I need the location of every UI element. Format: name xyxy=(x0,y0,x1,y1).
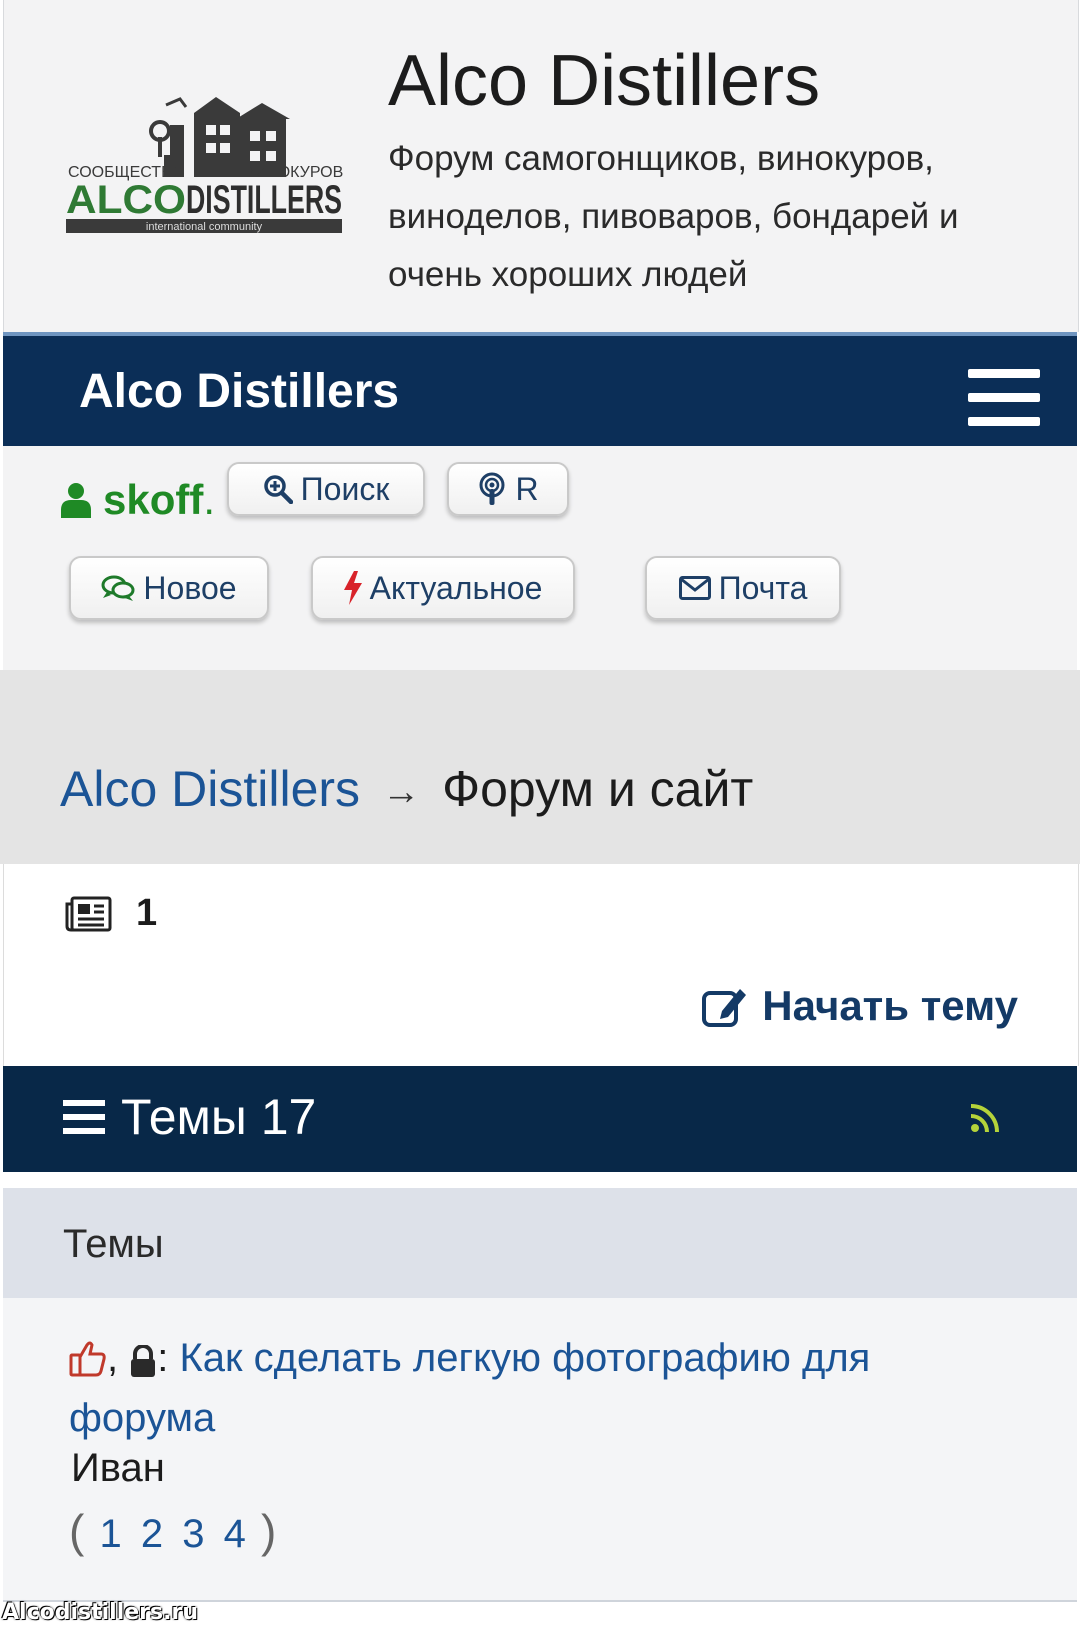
navbar-brand[interactable]: Alco Distillers xyxy=(79,364,399,419)
breadcrumb: Alco Distillers → Форум и сайт xyxy=(0,670,1080,864)
user-icon xyxy=(61,483,91,518)
breadcrumb-current: Форум и сайт xyxy=(442,761,754,817)
comments-icon xyxy=(101,575,135,601)
site-title: Alco Distillers xyxy=(388,41,821,121)
logo-text-main-green: ALCO xyxy=(66,178,186,222)
navbar: Alco Distillers xyxy=(3,332,1077,446)
search-button[interactable]: Поиск xyxy=(227,462,425,516)
newspaper-icon xyxy=(65,896,112,931)
topics-title-label: Темы 17 xyxy=(121,1089,317,1145)
site-watermark: Alcodistillers.ru xyxy=(2,1600,198,1625)
topic-title-link[interactable]: Как сделать легкую фотографию для форума xyxy=(69,1336,870,1440)
site-description: Форум самогонщиков, винокуров, виноделов… xyxy=(388,139,959,294)
site-header: СООБЩЕСТВО ВИНОКУРОВ ALCO DISTILLERS int… xyxy=(3,0,1079,332)
lock-icon xyxy=(131,1344,156,1377)
breadcrumb-root-link[interactable]: Alco Distillers xyxy=(60,761,360,817)
logo-text-main-dark: DISTILLERS xyxy=(186,178,342,222)
username[interactable]: skoff xyxy=(103,476,203,524)
thumbs-up-icon xyxy=(69,1341,106,1377)
edit-icon xyxy=(702,989,747,1027)
username-suffix: . xyxy=(203,476,216,523)
search-plus-icon xyxy=(263,475,293,504)
actual-button-label: Актуальное xyxy=(369,569,543,606)
mail-button-label: Почта xyxy=(718,569,808,606)
forum-count-value: 1 xyxy=(136,892,158,934)
envelope-icon xyxy=(678,576,711,600)
topics-title: Темы 17 xyxy=(63,1088,316,1146)
table-row: , : Как сделать легкую фотографию для фо… xyxy=(3,1298,1077,1602)
topic-author[interactable]: Иван xyxy=(71,1446,165,1491)
topic-separator-colon: : xyxy=(157,1336,169,1380)
start-topic-label: Начать тему xyxy=(762,982,1018,1029)
pagination-close-paren: ) xyxy=(260,1505,277,1557)
user-panel: skoff. Поиск R Новое Актуальное Почта xyxy=(3,446,1077,671)
new-button[interactable]: Новое xyxy=(69,556,269,620)
podcast-icon xyxy=(479,472,505,505)
forum-info-panel: 1 Начать тему xyxy=(3,864,1079,1066)
new-button-label: Новое xyxy=(143,569,237,606)
user-link[interactable]: skoff. xyxy=(61,476,215,524)
page: СООБЩЕСТВО ВИНОКУРОВ ALCO DISTILLERS int… xyxy=(0,0,1080,1629)
breadcrumb-arrow: → xyxy=(382,771,421,814)
page-link-2[interactable]: 2 xyxy=(141,1512,163,1556)
column-topics-label: Темы xyxy=(63,1222,164,1266)
start-topic-link[interactable]: Начать тему xyxy=(702,982,1018,1030)
site-logo[interactable]: СООБЩЕСТВО ВИНОКУРОВ ALCO DISTILLERS int… xyxy=(66,95,344,250)
search-button-label: Поиск xyxy=(300,470,390,507)
bars-icon xyxy=(63,1100,105,1134)
page-link-1[interactable]: 1 xyxy=(99,1512,121,1556)
page-link-3[interactable]: 3 xyxy=(182,1512,204,1556)
radio-button-label: R xyxy=(515,470,539,507)
actual-button[interactable]: Актуальное xyxy=(311,556,575,620)
forum-count: 1 xyxy=(64,892,157,935)
mail-button[interactable]: Почта xyxy=(645,556,841,620)
table-column-header: Темы xyxy=(3,1188,1077,1298)
hamburger-icon[interactable] xyxy=(968,369,1040,427)
radio-button[interactable]: R xyxy=(447,462,569,516)
page-link-4[interactable]: 4 xyxy=(224,1512,246,1556)
topic-pagination: ( 1 2 3 4 ) xyxy=(69,1504,276,1558)
topic-separator-comma: , xyxy=(107,1336,119,1380)
logo-text-bottom: international community xyxy=(146,221,263,233)
rss-icon[interactable] xyxy=(971,1104,999,1132)
bolt-icon xyxy=(343,571,362,605)
pagination-open-paren: ( xyxy=(69,1505,85,1557)
topics-header-bar: Темы 17 xyxy=(3,1066,1077,1172)
